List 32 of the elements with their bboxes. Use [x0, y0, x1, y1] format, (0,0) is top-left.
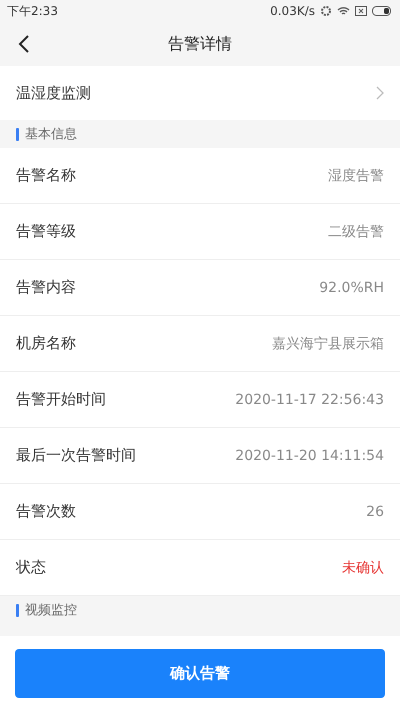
source-row[interactable]: 温湿度监测 [0, 66, 400, 120]
wifi-icon [337, 6, 350, 16]
field-value: 二级告警 [328, 222, 384, 240]
field-value: 2020-11-17 22:56:43 [235, 392, 384, 408]
field-label: 机房名称 [16, 334, 76, 353]
chevron-right-icon [376, 86, 384, 100]
gear-icon [320, 5, 332, 17]
field-value: 2020-11-20 14:11:54 [235, 448, 384, 464]
field-label: 告警等级 [16, 222, 76, 241]
confirm-button[interactable]: 确认告警 [15, 649, 385, 698]
network-speed: 0.03K/s [270, 4, 315, 18]
field-label: 告警开始时间 [16, 390, 106, 409]
battery-icon [372, 6, 392, 16]
section-title: 基本信息 [25, 126, 77, 143]
field-label: 状态 [16, 558, 46, 577]
section-marker [16, 128, 19, 140]
source-label: 温湿度监测 [16, 84, 91, 102]
page-title: 告警详情 [168, 34, 232, 54]
field-value: 92.0%RH [319, 280, 384, 296]
field-label: 告警内容 [16, 278, 76, 297]
field-label: 告警名称 [16, 166, 76, 185]
section-marker [16, 604, 19, 616]
field-label: 告警次数 [16, 502, 76, 521]
sim-icon [355, 6, 367, 16]
field-value: 嘉兴海宁县展示箱 [272, 334, 384, 352]
section-title: 视频监控 [25, 602, 77, 619]
chevron-left-icon [18, 34, 30, 54]
status-time: 下午2:33 [7, 2, 58, 20]
field-value: 湿度告警 [328, 166, 384, 184]
field-value: 未确认 [342, 558, 384, 576]
field-value: 26 [366, 504, 384, 520]
field-label: 最后一次告警时间 [16, 446, 136, 465]
